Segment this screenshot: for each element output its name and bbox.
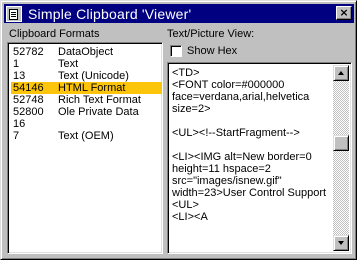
list-item[interactable]: 52782 DataObject [11,46,162,58]
list-item[interactable]: 7 Text (OEM) [11,130,162,142]
text-picture-view-label: Text/Picture View: [167,28,255,40]
list-item[interactable]: 13 Text (Unicode) [11,70,162,82]
format-id: 52748 [13,94,44,106]
format-name: Text (Unicode) [58,70,129,82]
scroll-thumb[interactable] [333,135,349,151]
list-item-selected[interactable]: 54146 HTML Format [11,82,162,94]
window-title: Simple Clipboard 'Viewer' [28,5,192,22]
clipboard-text-content[interactable]: <TD> <FONT color=#000000 face=verdana,ar… [172,67,332,251]
clipboard-formats-label: Clipboard Formats [9,28,100,40]
show-hex-label[interactable]: Show Hex [187,45,237,57]
format-name [58,118,162,130]
format-name: Text [58,58,79,70]
format-name: Ole Private Data [58,106,139,118]
clipboard-app-icon[interactable] [6,5,22,22]
show-hex-checkbox[interactable] [170,45,182,57]
clipboard-viewer-window: Simple Clipboard 'Viewer' × Clipboard Fo… [0,0,357,260]
arrow-up-icon [338,71,344,75]
format-name: HTML Format [58,82,126,94]
format-id: 52800 [13,106,44,118]
clipboard-formats-list[interactable]: 52782 DataObject 1 Text 13 Text (Unicode… [7,42,163,254]
list-item[interactable]: 1 Text [11,58,162,70]
arrow-down-icon [338,241,344,245]
scroll-down-button[interactable] [333,235,349,251]
format-name: DataObject [58,46,114,58]
format-id: 1 [13,58,20,70]
title-bar[interactable]: Simple Clipboard 'Viewer' × [4,4,354,23]
format-name: Rich Text Format [58,94,141,106]
text-picture-view[interactable]: <TD> <FONT color=#000000 face=verdana,ar… [167,62,352,254]
scroll-up-button[interactable] [333,65,349,81]
close-button[interactable]: × [336,6,352,20]
list-item[interactable]: 52800 Ole Private Data [11,106,162,118]
list-item[interactable]: 52748 Rich Text Format [11,94,162,106]
format-id: 7 [13,130,20,142]
format-id: 54146 [13,82,44,94]
list-item[interactable]: 16 [11,118,162,130]
format-id: 52782 [13,46,44,58]
vertical-scrollbar[interactable] [333,65,349,251]
format-id: 13 [13,70,26,82]
format-id: 16 [13,118,26,130]
format-name: Text (OEM) [58,130,114,142]
